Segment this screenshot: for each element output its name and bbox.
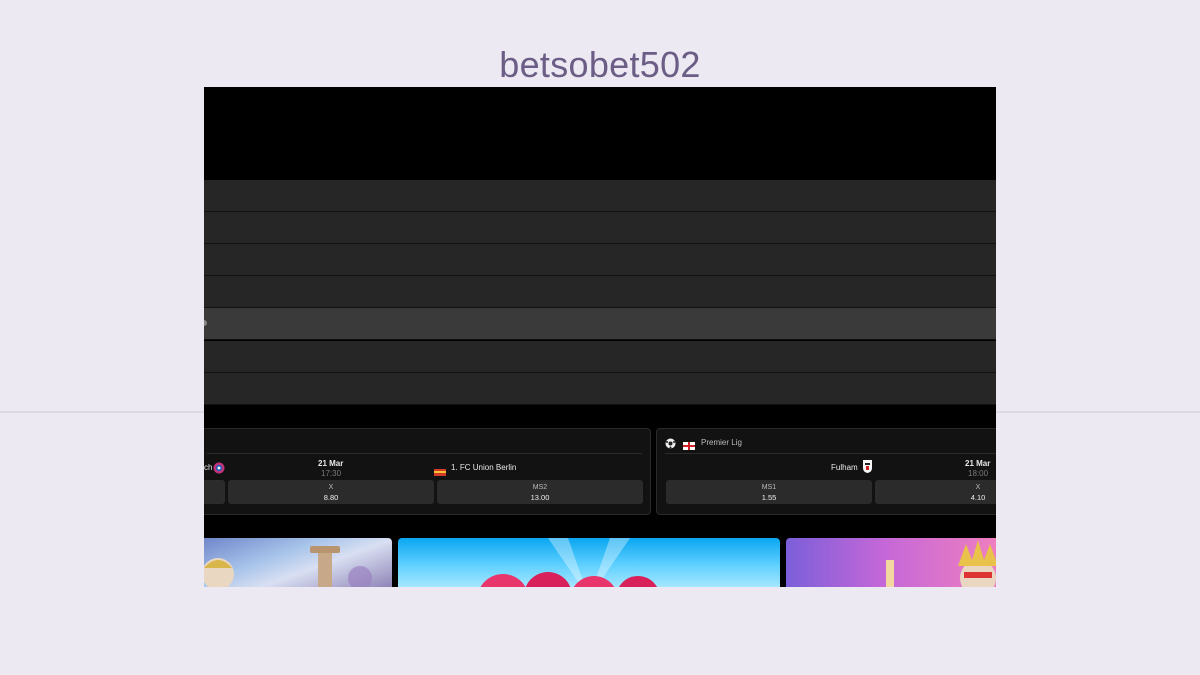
menu-row[interactable] — [204, 180, 996, 212]
home-team-name: ch — [204, 463, 213, 472]
row-indicator — [204, 320, 207, 326]
zeus-illustration-icon — [204, 546, 372, 587]
odds-value: 13.00 — [530, 493, 550, 502]
game-banner-zeus[interactable] — [786, 538, 996, 587]
match-date: 21 Mar — [318, 459, 344, 468]
match-time: 18:00 — [968, 469, 989, 478]
odds-label: MS1 — [761, 484, 777, 491]
away-team-name: 1. FC Union Berlin — [451, 463, 517, 472]
odds-button[interactable]: MS1 1.55 — [666, 480, 872, 504]
bayern-logo-icon — [213, 461, 225, 479]
odds-value: 8.80 — [323, 493, 339, 502]
card-separator — [665, 453, 996, 454]
odds-button[interactable]: X 4.10 — [875, 480, 996, 504]
odds-button[interactable]: MS2 13.00 — [437, 480, 643, 504]
home-team-name: Fulham — [831, 463, 858, 472]
fulham-logo-icon — [863, 460, 872, 478]
odds-label: MS2 — [532, 484, 548, 491]
zeus-illustration-icon — [886, 540, 996, 587]
odds-label: X — [975, 484, 981, 491]
card-separator — [207, 453, 642, 454]
match-card[interactable]: ch 21 Mar 17:30 1. FC Union Berlin X 8.8… — [204, 428, 651, 515]
odds-label: X — [328, 484, 334, 491]
odds-value: 4.10 — [970, 493, 986, 502]
site-title: betsobet502 — [499, 44, 701, 85]
menu-row[interactable] — [204, 276, 996, 308]
screenshot-frame: ch 21 Mar 17:30 1. FC Union Berlin X 8.8… — [204, 87, 996, 587]
soccer-ball-icon — [665, 436, 676, 454]
league-name: Premier Lig — [701, 438, 742, 447]
menu-row[interactable] — [204, 244, 996, 276]
odds-button[interactable] — [204, 480, 225, 504]
menu-row-active[interactable] — [204, 308, 996, 340]
match-time: 17:30 — [321, 469, 342, 478]
union-berlin-logo-icon — [434, 463, 446, 481]
odds-button[interactable]: X 8.80 — [228, 480, 434, 504]
candy-illustration-icon — [480, 538, 658, 587]
odds-value: 1.55 — [761, 493, 777, 502]
game-banner-gates-of-olympus[interactable] — [204, 538, 392, 587]
menu-row[interactable] — [204, 212, 996, 244]
menu-row[interactable] — [204, 373, 996, 405]
match-card[interactable]: Premier Lig Fulham 21 Mar 18:00 MS1 1.55… — [656, 428, 996, 515]
menu-row[interactable] — [204, 341, 996, 373]
game-banner-sweet-bonanza[interactable] — [398, 538, 780, 587]
match-date: 21 Mar — [965, 459, 991, 468]
